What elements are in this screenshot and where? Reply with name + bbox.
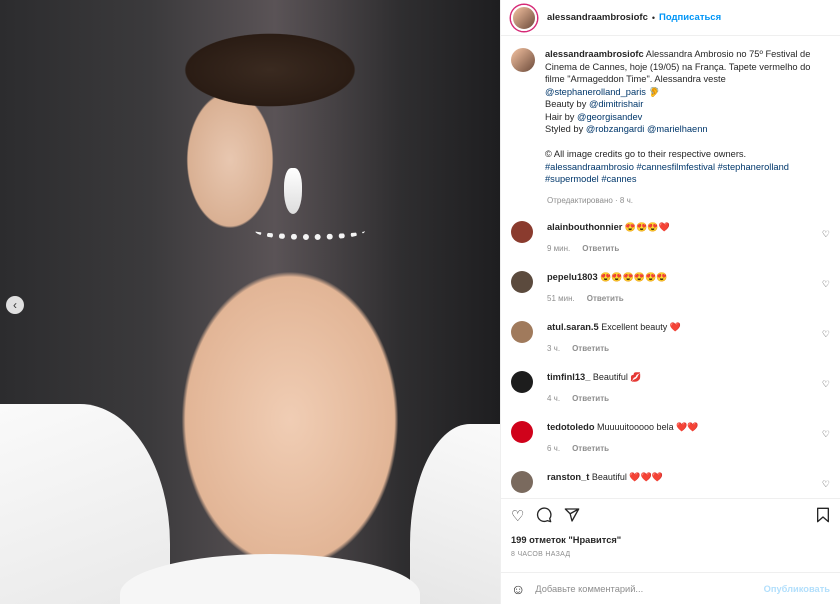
reply-button[interactable]: Ответить [572, 344, 609, 353]
hair-prefix: Hair by [545, 111, 578, 122]
comment-time[interactable]: 51 мин. [547, 294, 575, 303]
comment-username[interactable]: pepelu1803 [547, 272, 598, 282]
comment-body: ranston_t Beautiful ❤️❤️❤️ [547, 471, 817, 499]
comment-text: 😍😍😍😍😍😍 [597, 271, 668, 282]
mention-link[interactable]: @georgisandev [577, 112, 642, 122]
hashtags-link[interactable]: #supermodel #cannes [545, 174, 636, 184]
comment-like-icon[interactable]: ♡ [822, 279, 830, 290]
comment-like-icon[interactable]: ♡ [822, 429, 830, 440]
caption-avatar[interactable] [511, 48, 535, 72]
comment-like-icon[interactable]: ♡ [822, 329, 830, 340]
bookmark-icon[interactable] [816, 507, 830, 527]
comment-avatar[interactable] [511, 320, 533, 343]
comment-avatar[interactable] [511, 420, 533, 443]
credits-text: © All image credits go to their respecti… [545, 149, 747, 159]
reply-button[interactable]: Ответить [572, 444, 609, 453]
reply-button[interactable]: Ответить [587, 294, 624, 303]
comment-avatar[interactable] [511, 370, 533, 393]
add-comment-bar: ☺ Опубликовать [501, 572, 840, 604]
publish-button[interactable]: Опубликовать [764, 584, 830, 594]
comment-time[interactable]: 9 мин. [547, 244, 570, 253]
comment-icon[interactable] [536, 507, 553, 527]
comment-body: alainbouthonnier 😍😍😍❤️ 9 мин. Ответить [547, 221, 817, 255]
likes-count[interactable]: 199 отметок "Нравится" [511, 535, 830, 545]
beauty-prefix: Beauty by [545, 99, 589, 109]
comment-text: Beautiful 💋 [590, 371, 642, 382]
avatar[interactable] [511, 4, 537, 31]
comment-body: atul.saran.5 Excellent beauty ❤️ 3 ч. Отве… [547, 321, 817, 355]
action-bar: ♡ 199 отметок "Нравится" 8 ЧАСОВ НАЗАД [501, 498, 840, 572]
comment-like-icon[interactable]: ♡ [822, 229, 830, 240]
comment-avatar[interactable] [511, 270, 533, 293]
comment-text: Beautiful ❤️❤️❤️ [589, 471, 664, 482]
reply-button[interactable]: Ответить [582, 244, 619, 253]
emoji-icon[interactable]: ☺ [511, 581, 525, 597]
comment-username[interactable]: tedotoledo [547, 422, 595, 432]
comment-text: 😍😍😍❤️ [622, 221, 670, 232]
author-username[interactable]: alessandraambrosiofc [547, 12, 648, 23]
comment-meta: 51 мин. Ответить [547, 293, 817, 305]
separator-dot: • [651, 12, 656, 23]
follow-button[interactable]: Подписаться [659, 12, 721, 23]
hashtags-link[interactable]: #alessandraambrosio #cannesfilmfestival … [545, 162, 789, 172]
instagram-post: ‹ alessandraambrosiofc • Подписаться ale… [0, 0, 840, 604]
heart-icon[interactable]: ♡ [511, 509, 524, 525]
comment-like-icon[interactable]: ♡ [822, 479, 830, 490]
comment-body: timfinl13_ Beautiful 💋 4 ч. Ответить [547, 371, 817, 405]
caption-text: alessandraambrosiofc Alessandra Ambrosio… [545, 48, 825, 186]
comment-meta [547, 493, 817, 499]
comment-item: atul.saran.5 Excellent beauty ❤️ 3 ч. Отве… [511, 320, 830, 355]
comment-item: tedotoledo Muuuuitooooo bela ❤️❤️ 6 ч. Отв… [511, 420, 830, 455]
post-image[interactable]: ‹ [0, 0, 500, 604]
comment-item: pepelu1803 😍😍😍😍😍😍 51 мин. Ответить ♡ [511, 270, 830, 305]
post-header: alessandraambrosiofc • Подписаться [501, 0, 840, 36]
mention-link[interactable]: @marielhaenn [647, 124, 708, 134]
comment-username[interactable]: ranston_t [547, 472, 589, 482]
comments-scroll-area[interactable]: alessandraambrosiofc Alessandra Ambrosio… [501, 36, 840, 498]
comment-username[interactable]: alainbouthonnier [547, 222, 622, 232]
comment-list: alainbouthonnier 😍😍😍❤️ 9 мин. Ответить ♡ pep… [511, 220, 830, 499]
caption: alessandraambrosiofc Alessandra Ambrosio… [511, 48, 830, 186]
carousel-prev-button[interactable]: ‹ [6, 296, 24, 314]
mention-link[interactable]: @robzangardi [586, 124, 645, 134]
necklace [255, 222, 365, 240]
reply-button[interactable]: Ответить [572, 394, 609, 403]
post-panel: alessandraambrosiofc • Подписаться aless… [500, 0, 840, 604]
comment-meta: 9 мин. Ответить [547, 243, 817, 255]
comment-avatar[interactable] [511, 470, 533, 493]
comment-like-icon[interactable]: ♡ [822, 379, 830, 390]
comment-avatar[interactable] [511, 220, 533, 243]
comment-meta: 6 ч. Ответить [547, 443, 817, 455]
comment-time[interactable]: 6 ч. [547, 444, 560, 453]
comment-text: Excellent beauty ❤️ [598, 321, 681, 332]
comment-meta: 4 ч. Ответить [547, 393, 817, 405]
earring [284, 168, 302, 214]
comment-time[interactable]: 4 ч. [547, 394, 560, 403]
mention-link[interactable]: @stephanerolland_paris [545, 87, 646, 97]
comment-input[interactable] [535, 583, 764, 594]
comment-time[interactable]: 3 ч. [547, 344, 560, 353]
comment-username[interactable]: atul.saran.5 [547, 322, 599, 332]
comment-body: pepelu1803 😍😍😍😍😍😍 51 мин. Ответить [547, 271, 817, 305]
styled-prefix: Styled by [545, 124, 586, 134]
mention-link[interactable]: @dimitrishair [589, 99, 643, 109]
comment-text: Muuuuitooooo bela ❤️❤️ [594, 421, 699, 432]
post-timestamp[interactable]: 8 ЧАСОВ НАЗАД [511, 551, 830, 558]
comment-item: ranston_t Beautiful ❤️❤️❤️ ♡ [511, 470, 830, 499]
caption-emoji: 🦻 [645, 86, 661, 97]
caption-username[interactable]: alessandraambrosiofc [545, 49, 644, 59]
comment-item: alainbouthonnier 😍😍😍❤️ 9 мин. Ответить ♡ [511, 220, 830, 255]
comment-username[interactable]: timfinl13_ [547, 372, 590, 382]
glove-right [410, 424, 500, 604]
share-icon[interactable] [564, 507, 580, 527]
comment-item: timfinl13_ Beautiful 💋 4 ч. Ответить ♡ [511, 370, 830, 405]
comment-meta: 3 ч. Ответить [547, 343, 817, 355]
comment-body: tedotoledo Muuuuitooooo bela ❤️❤️ 6 ч. Отв… [547, 421, 817, 455]
caption-timestamp: Отредактировано · 8 ч. [547, 195, 633, 205]
